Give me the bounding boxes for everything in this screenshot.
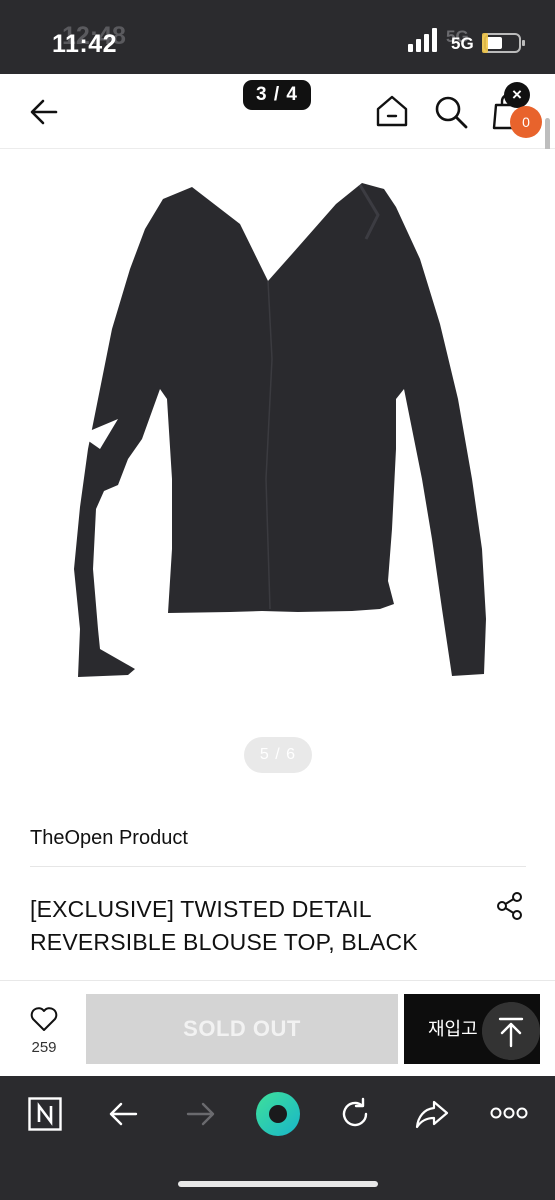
browser-forward-icon[interactable]: [184, 1097, 218, 1131]
back-arrow-icon[interactable]: [26, 94, 62, 130]
more-icon[interactable]: [490, 1101, 528, 1125]
scroll-top-icon[interactable]: [482, 1002, 540, 1060]
like-count: 259: [31, 1039, 57, 1056]
signal-icon: [408, 28, 437, 52]
browser-home-icon[interactable]: [255, 1091, 301, 1137]
home-indicator: [178, 1181, 378, 1187]
browser-back-icon[interactable]: [106, 1097, 140, 1131]
product-title-line1: [EXCLUSIVE] TWISTED DETAIL: [30, 896, 372, 922]
share-icon[interactable]: [494, 890, 526, 922]
product-title-line2: REVERSIBLE BLOUSE TOP, BLACK: [30, 929, 418, 955]
close-icon[interactable]: ×: [504, 82, 530, 108]
divider: [30, 866, 526, 867]
heart-icon[interactable]: [30, 1006, 58, 1032]
image-counter: 5 / 6: [244, 737, 312, 773]
product-image[interactable]: [0, 149, 555, 789]
naver-icon[interactable]: [28, 1097, 62, 1131]
network-label: 5G: [451, 34, 474, 53]
battery-icon: [482, 33, 525, 53]
brand-name[interactable]: TheOpen Product: [30, 827, 188, 850]
browser-share-icon[interactable]: [414, 1096, 450, 1132]
sold-out-button[interactable]: SOLD OUT: [86, 994, 398, 1064]
status-time: 11:42: [52, 30, 118, 58]
cart-count-badge: 0: [510, 106, 542, 138]
search-icon[interactable]: [432, 93, 470, 131]
reload-icon[interactable]: [337, 1096, 373, 1132]
page-indicator: 3 / 4: [243, 80, 311, 110]
home-icon[interactable]: [374, 93, 410, 129]
